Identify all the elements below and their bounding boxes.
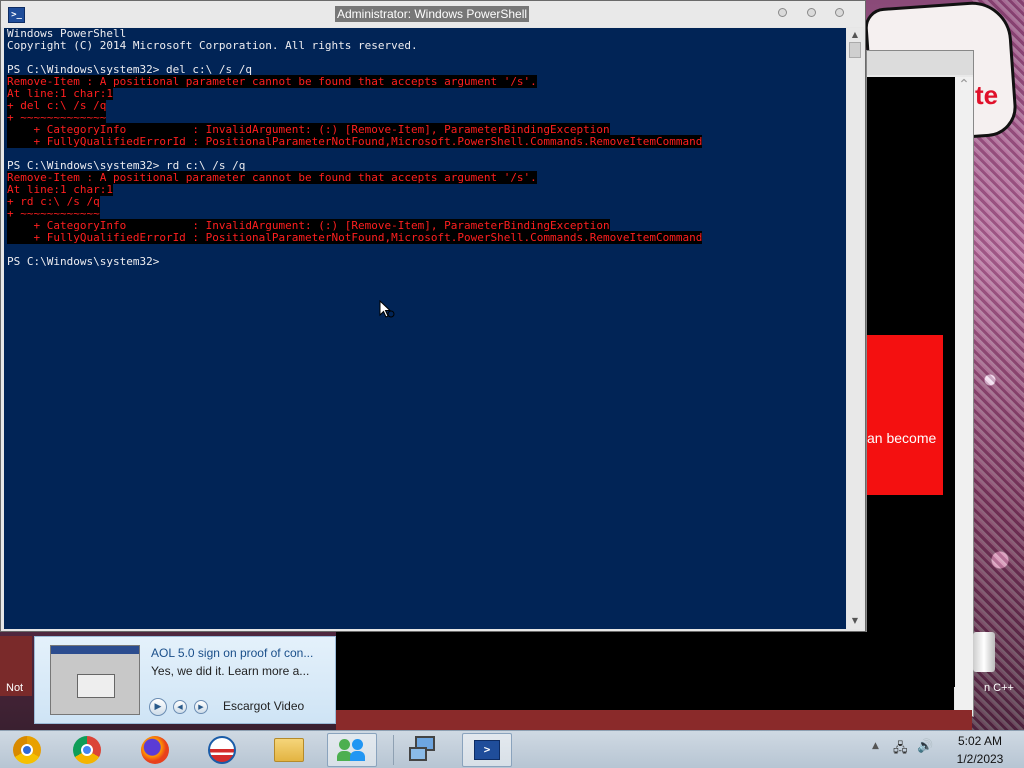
console-line: PS C:\Windows\system32> xyxy=(7,256,702,268)
notification-source: Escargot Video xyxy=(223,699,305,713)
video-thumbnail[interactable] xyxy=(50,645,140,715)
console-line-text: Copyright (C) 2014 Microsoft Corporation… xyxy=(7,39,418,52)
close-button[interactable] xyxy=(835,8,844,17)
minimize-button[interactable] xyxy=(778,8,787,17)
console-line-text: + FullyQualifiedErrorId : PositionalPara… xyxy=(7,231,703,244)
console-line-text: PS C:\Windows\system32> xyxy=(7,255,166,268)
firefox-icon xyxy=(141,736,169,764)
taskbar-remote-desktop[interactable] xyxy=(399,733,445,767)
console-line-text: + FullyQualifiedErrorId : PositionalPara… xyxy=(7,135,703,148)
console-line: + del c:\ /s /q xyxy=(7,99,702,112)
taskbar-firefox[interactable] xyxy=(132,733,178,767)
powershell-icon: > xyxy=(474,740,500,760)
background-banner-strip xyxy=(336,710,972,730)
taskbar-chrome-canary[interactable] xyxy=(4,733,50,767)
window-title: Administrator: Windows PowerShell xyxy=(335,6,530,22)
console-line: At line:1 char:1 xyxy=(7,87,702,100)
media-notification-popup[interactable]: AOL 5.0 sign on proof of con... Yes, we … xyxy=(34,636,336,724)
sticker-text: te xyxy=(975,80,999,110)
background-window-scrollbar[interactable]: ⌃ xyxy=(955,77,973,713)
recycle-bin-icon[interactable] xyxy=(973,632,995,672)
scroll-down-arrow-icon[interactable]: ▼ xyxy=(849,615,861,627)
powershell-titlebar[interactable]: >_ Administrator: Windows PowerShell xyxy=(1,1,865,27)
messenger-people-icon xyxy=(337,737,367,763)
taskbar: > ▲ 🖧 🔊 5:02 AM 1/2/2023 xyxy=(0,730,1024,768)
red-banner-text: an become xyxy=(867,430,937,446)
background-media-area xyxy=(336,632,954,710)
taskbar-separator xyxy=(393,735,394,765)
play-button-icon[interactable]: ▶ xyxy=(149,698,167,716)
console-line: + FullyQualifiedErrorId : PositionalPara… xyxy=(7,135,703,148)
scroll-up-arrow-icon[interactable]: ▲ xyxy=(849,29,861,41)
scrollbar-thumb[interactable] xyxy=(849,42,861,58)
console-output[interactable]: Windows PowerShell Copyright (C) 2014 Mic… xyxy=(4,28,846,629)
background-window-titlebar[interactable] xyxy=(867,51,973,75)
console-line: Copyright (C) 2014 Microsoft Corporation… xyxy=(7,40,702,52)
chrome-icon xyxy=(73,736,101,764)
mouse-pointer-icon xyxy=(379,300,395,318)
taskbar-powershell[interactable]: > xyxy=(462,733,512,767)
console-line: At line:1 char:1 xyxy=(7,183,702,196)
desktop-icon-label-cpp: n C++ xyxy=(984,682,1014,694)
notification-description: Yes, we did it. Learn more a... xyxy=(151,664,310,678)
previous-track-icon[interactable]: ◀ xyxy=(173,700,187,714)
taskbar-file-explorer[interactable] xyxy=(266,733,312,767)
next-track-icon[interactable]: ▶ xyxy=(194,700,208,714)
volume-icon[interactable]: 🔊 xyxy=(917,739,933,754)
chrome-canary-icon xyxy=(13,736,41,764)
console-scrollbar[interactable]: ▲ ▼ xyxy=(847,28,863,629)
folder-icon xyxy=(274,738,304,762)
taskbar-obama-logo[interactable] xyxy=(199,733,245,767)
console-line: + FullyQualifiedErrorId : PositionalPara… xyxy=(7,231,703,244)
powershell-window[interactable]: >_ Administrator: Windows PowerShell Win… xyxy=(0,0,866,632)
desktop-shortcut-label: Not xyxy=(6,682,24,694)
taskbar-chrome[interactable] xyxy=(64,733,110,767)
powershell-icon[interactable]: >_ xyxy=(8,7,25,23)
thumbnail-titlebar xyxy=(51,646,139,654)
clock-time: 5:02 AM xyxy=(957,734,1003,748)
maximize-button[interactable] xyxy=(807,8,816,17)
system-clock[interactable]: 5:02 AM 1/2/2023 xyxy=(944,732,1016,768)
taskbar-messenger[interactable] xyxy=(327,733,377,767)
network-icon[interactable]: 🖧 xyxy=(893,739,908,761)
red-banner xyxy=(867,335,943,495)
console-lines: Windows PowerShell Copyright (C) 2014 Mic… xyxy=(7,28,703,268)
thumbnail-dialog xyxy=(77,674,115,698)
tray-chevron-icon[interactable]: ▲ xyxy=(872,741,879,751)
clock-date: 1/2/2023 xyxy=(956,752,1004,766)
console-line: + rd c:\ /s /q xyxy=(7,195,702,208)
notification-title[interactable]: AOL 5.0 sign on proof of con... xyxy=(151,646,313,660)
remote-desktop-icon xyxy=(407,736,437,764)
obama-logo-icon xyxy=(208,736,236,764)
